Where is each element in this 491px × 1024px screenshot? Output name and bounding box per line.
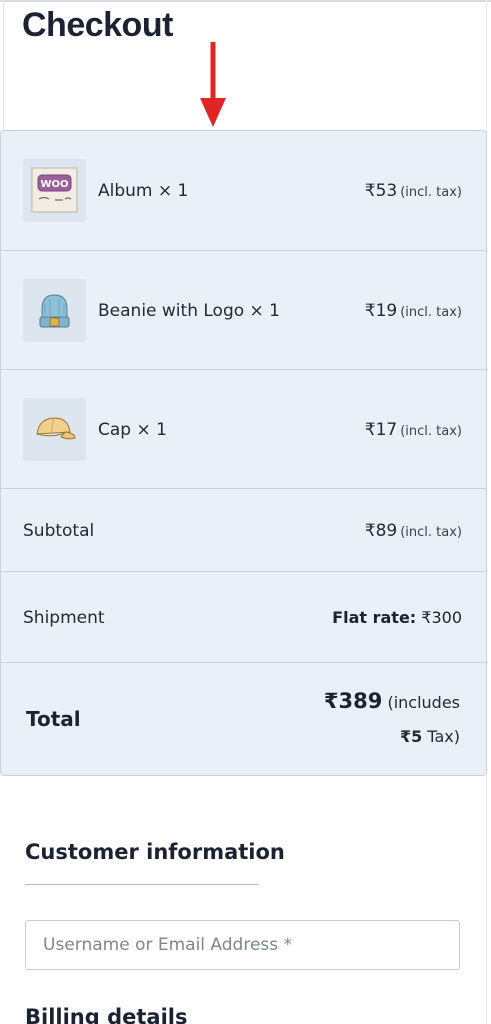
cap-icon — [36, 417, 76, 440]
item-price: ₹17 (incl. tax) — [365, 420, 462, 440]
item-price: ₹53 (incl. tax) — [365, 181, 462, 201]
page-title: Checkout — [22, 6, 173, 44]
red-arrow-annotation-icon — [200, 42, 226, 127]
top-divider — [0, 0, 491, 4]
total-amount: ₹389 — [323, 689, 383, 713]
tax-note: (incl. tax) — [400, 424, 462, 439]
item-name: Beanie with Logo × 1 — [98, 301, 281, 321]
shipment-method: Flat rate: — [332, 608, 417, 627]
tax-note: (incl. tax) — [400, 305, 462, 320]
item-price: ₹19 (incl. tax) — [365, 301, 462, 321]
order-item-row: Beanie with Logo × 1 ₹19 (incl. tax) — [1, 251, 486, 370]
shipment-row: Shipment Flat rate: ₹300 — [1, 572, 486, 663]
item-name: Cap × 1 — [98, 420, 167, 440]
order-item-row: WOO Album × 1 ₹53 (incl. tax) — [1, 131, 486, 251]
subtotal-label: Subtotal — [23, 521, 95, 541]
total-label: Total — [26, 707, 81, 731]
beanie-icon — [39, 294, 70, 328]
item-price-value: ₹53 — [364, 181, 398, 201]
total-amount-line: ₹389 (includes — [324, 689, 460, 713]
left-edge-line — [3, 0, 4, 130]
total-includes-text: (includes — [387, 693, 460, 712]
total-tax-line: ₹5 Tax) — [400, 727, 460, 746]
order-summary: WOO Album × 1 ₹53 (incl. tax) Beanie with… — [0, 130, 487, 776]
shipment-value: Flat rate: ₹300 — [332, 608, 462, 627]
total-row: Total ₹389 (includes ₹5 Tax) — [1, 663, 486, 775]
beanie-thumbnail[interactable] — [23, 279, 86, 342]
subtotal-price: ₹89 (incl. tax) — [365, 521, 462, 541]
cap-thumbnail[interactable] — [23, 398, 86, 461]
item-price-value: ₹19 — [364, 301, 398, 321]
billing-details-heading: Billing details — [25, 1005, 188, 1024]
album-thumbnail[interactable]: WOO — [23, 159, 86, 222]
item-name: Album × 1 — [98, 181, 189, 201]
username-email-input[interactable] — [25, 920, 460, 970]
total-tax-suffix: Tax) — [427, 727, 460, 746]
tax-note: (incl. tax) — [400, 185, 462, 200]
subtotal-row: Subtotal ₹89 (incl. tax) — [1, 489, 486, 572]
album-woo-icon: WOO — [31, 167, 78, 213]
tax-note: (incl. tax) — [400, 525, 462, 540]
order-item-row: Cap × 1 ₹17 (incl. tax) — [1, 370, 486, 489]
heading-underline — [25, 884, 259, 885]
shipment-label: Shipment — [23, 608, 105, 628]
item-price-value: ₹17 — [364, 420, 398, 440]
total-tax-amount: ₹5 — [400, 727, 423, 746]
svg-text:WOO: WOO — [40, 179, 68, 190]
shipment-price: ₹300 — [421, 608, 462, 627]
subtotal-value: ₹89 — [364, 521, 398, 541]
customer-information-heading: Customer information — [25, 840, 285, 864]
